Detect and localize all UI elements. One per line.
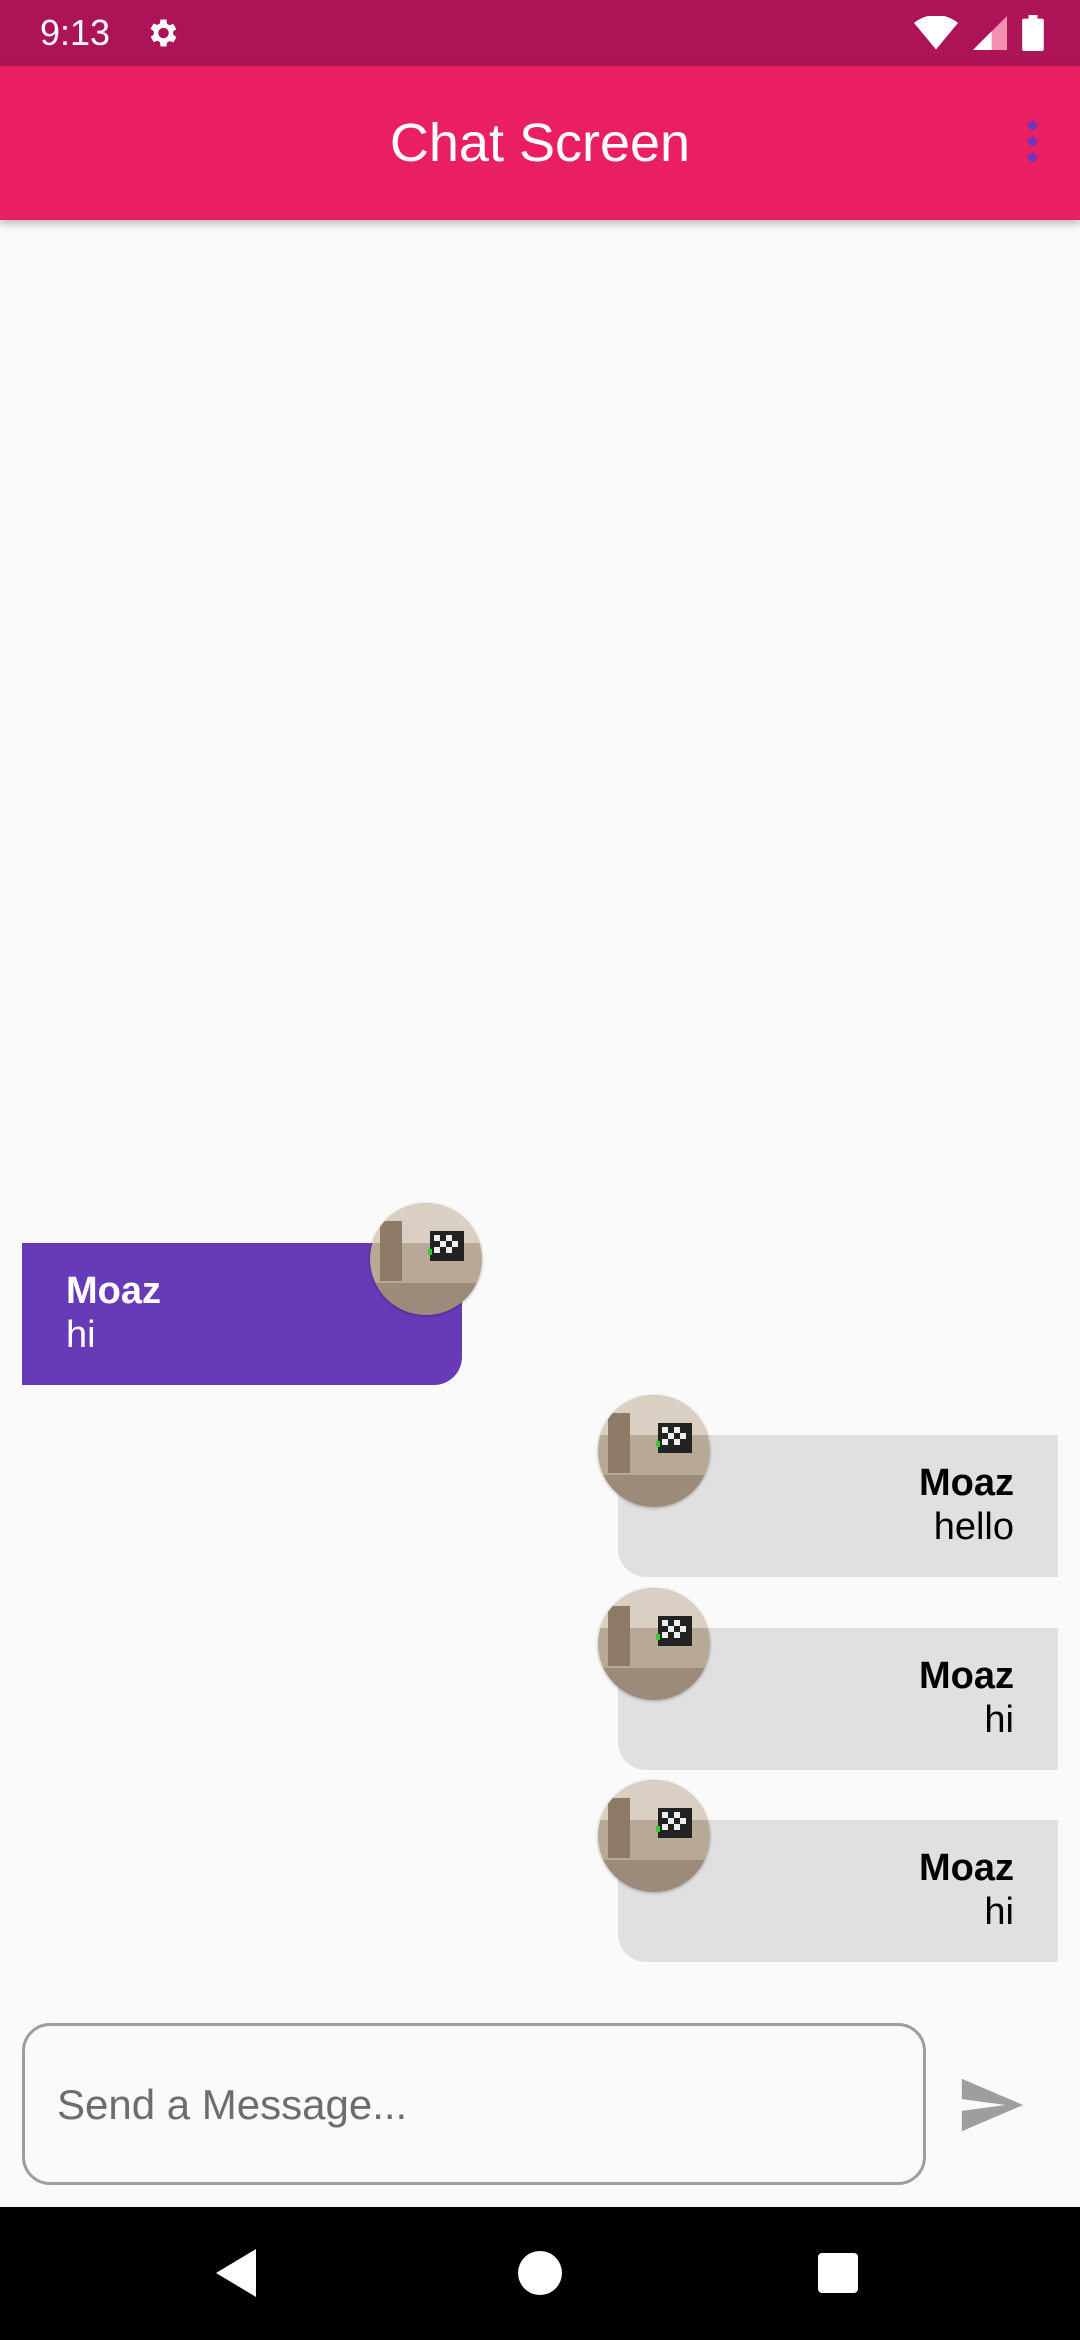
send-icon[interactable]: [955, 2070, 1027, 2140]
message-text: hi: [984, 1699, 1014, 1741]
app-bar: Chat Screen: [0, 66, 1080, 220]
message-input[interactable]: [55, 2026, 879, 2184]
avatar: [370, 1203, 482, 1315]
message-input-container: [22, 2023, 926, 2185]
more-vert-icon[interactable]: [1004, 114, 1060, 174]
avatar: [598, 1780, 710, 1892]
recents-icon[interactable]: [798, 2233, 878, 2313]
navigation-bar: [0, 2207, 1080, 2340]
signal-icon: [973, 16, 1007, 50]
message-sender: Moaz: [919, 1462, 1014, 1504]
message-text: hello: [933, 1506, 1014, 1548]
status-time: 9:13: [40, 12, 111, 53]
page-title: Chat Screen: [389, 113, 691, 173]
status-bar: 9:13: [0, 0, 1080, 66]
message-text: hi: [984, 1891, 1014, 1933]
avatar: [598, 1588, 710, 1700]
gear-icon: [150, 19, 177, 47]
message-sender: Moaz: [919, 1655, 1014, 1697]
avatar: [598, 1395, 710, 1507]
battery-icon: [1022, 15, 1044, 51]
message-text: hi: [66, 1314, 96, 1356]
wifi-icon: [914, 16, 958, 50]
back-icon[interactable]: [200, 2233, 280, 2313]
message-sender: Moaz: [66, 1270, 161, 1312]
home-icon[interactable]: [500, 2233, 580, 2313]
message-sender: Moaz: [919, 1847, 1014, 1889]
